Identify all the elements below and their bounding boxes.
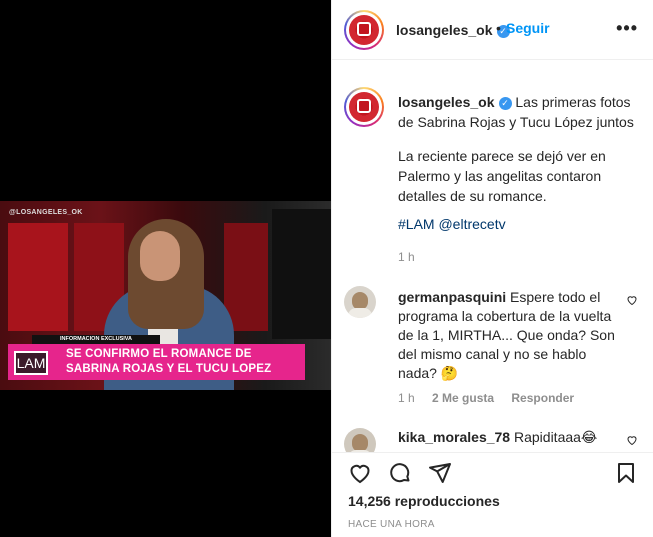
studio-screen <box>272 209 331 339</box>
commenter-avatar[interactable] <box>344 286 376 318</box>
video-headline: SE CONFIRMO EL ROMANCE DE SABRINA ROJAS … <box>66 348 272 375</box>
video-watermark: @LOSANGELES_OK <box>9 209 83 216</box>
username-text[interactable]: losangeles_ok <box>396 22 493 38</box>
profile-avatar[interactable] <box>344 10 384 50</box>
comment-text: germanpasquini Espere todo el programa l… <box>398 288 624 383</box>
heart-icon[interactable] <box>626 434 638 446</box>
lam-logo: LAM <box>14 351 48 375</box>
action-bar: 14,256 reproducciones HACE UNA HORA <box>332 452 653 537</box>
caption-time[interactable]: 1 h <box>398 250 415 264</box>
post-header: losangeles_ok ✓ • Seguir ••• <box>332 0 653 60</box>
reply-button[interactable]: Responder <box>511 391 574 405</box>
video-player[interactable]: @LOSANGELES_OK INFORMACION EXCLUSIVA LAM… <box>0 201 331 390</box>
share-icon[interactable] <box>428 461 452 485</box>
studio-panel <box>224 223 268 331</box>
comment-username[interactable]: germanpasquini <box>398 289 506 305</box>
comment-icon[interactable] <box>388 461 412 485</box>
separator-dot: • <box>496 20 501 36</box>
view-count[interactable]: 14,256 reproducciones <box>348 493 500 509</box>
header-username[interactable]: losangeles_ok ✓ <box>396 22 510 38</box>
logo-mark <box>357 22 371 36</box>
post-sidebar: losangeles_ok ✓ • Seguir ••• losangeles_o… <box>331 0 653 537</box>
comment-text: kika_morales_78 Rapiditaaa😂 <box>398 428 624 447</box>
follow-button[interactable]: Seguir <box>506 20 550 36</box>
comment-likes[interactable]: 2 Me gusta <box>432 391 494 405</box>
presenter-face <box>140 231 180 281</box>
heart-icon[interactable] <box>348 461 372 485</box>
commenter-avatar[interactable] <box>344 428 376 452</box>
comment-time[interactable]: 1 h <box>398 391 415 405</box>
bookmark-icon[interactable] <box>614 461 638 485</box>
caption-tags[interactable]: #LAM @eltrecetv <box>398 216 506 232</box>
studio-panel <box>8 223 68 331</box>
comment-meta: 1 h 2 Me gusta Responder <box>398 391 588 405</box>
logo-mark <box>357 99 371 113</box>
post-timestamp: HACE UNA HORA <box>348 519 435 530</box>
media-panel: @LOSANGELES_OK INFORMACION EXCLUSIVA LAM… <box>0 0 331 537</box>
comment-body: Rapiditaaa😂 <box>513 429 598 445</box>
comments-area[interactable]: losangeles_ok ✓ Las primeras fotos de Sab… <box>332 60 653 452</box>
heart-icon[interactable] <box>626 294 638 306</box>
caption-username[interactable]: losangeles_ok <box>398 94 495 110</box>
caption-paragraph: La reciente parece se dejó ver en Palerm… <box>398 148 606 204</box>
info-tag: INFORMACION EXCLUSIVA <box>32 335 161 344</box>
comment-username[interactable]: kika_morales_78 <box>398 429 510 445</box>
verified-badge-icon: ✓ <box>498 96 512 110</box>
caption-text: losangeles_ok ✓ Las primeras fotos de Sab… <box>398 92 644 132</box>
more-options-icon[interactable]: ••• <box>616 18 638 39</box>
caption-avatar[interactable] <box>344 87 384 127</box>
